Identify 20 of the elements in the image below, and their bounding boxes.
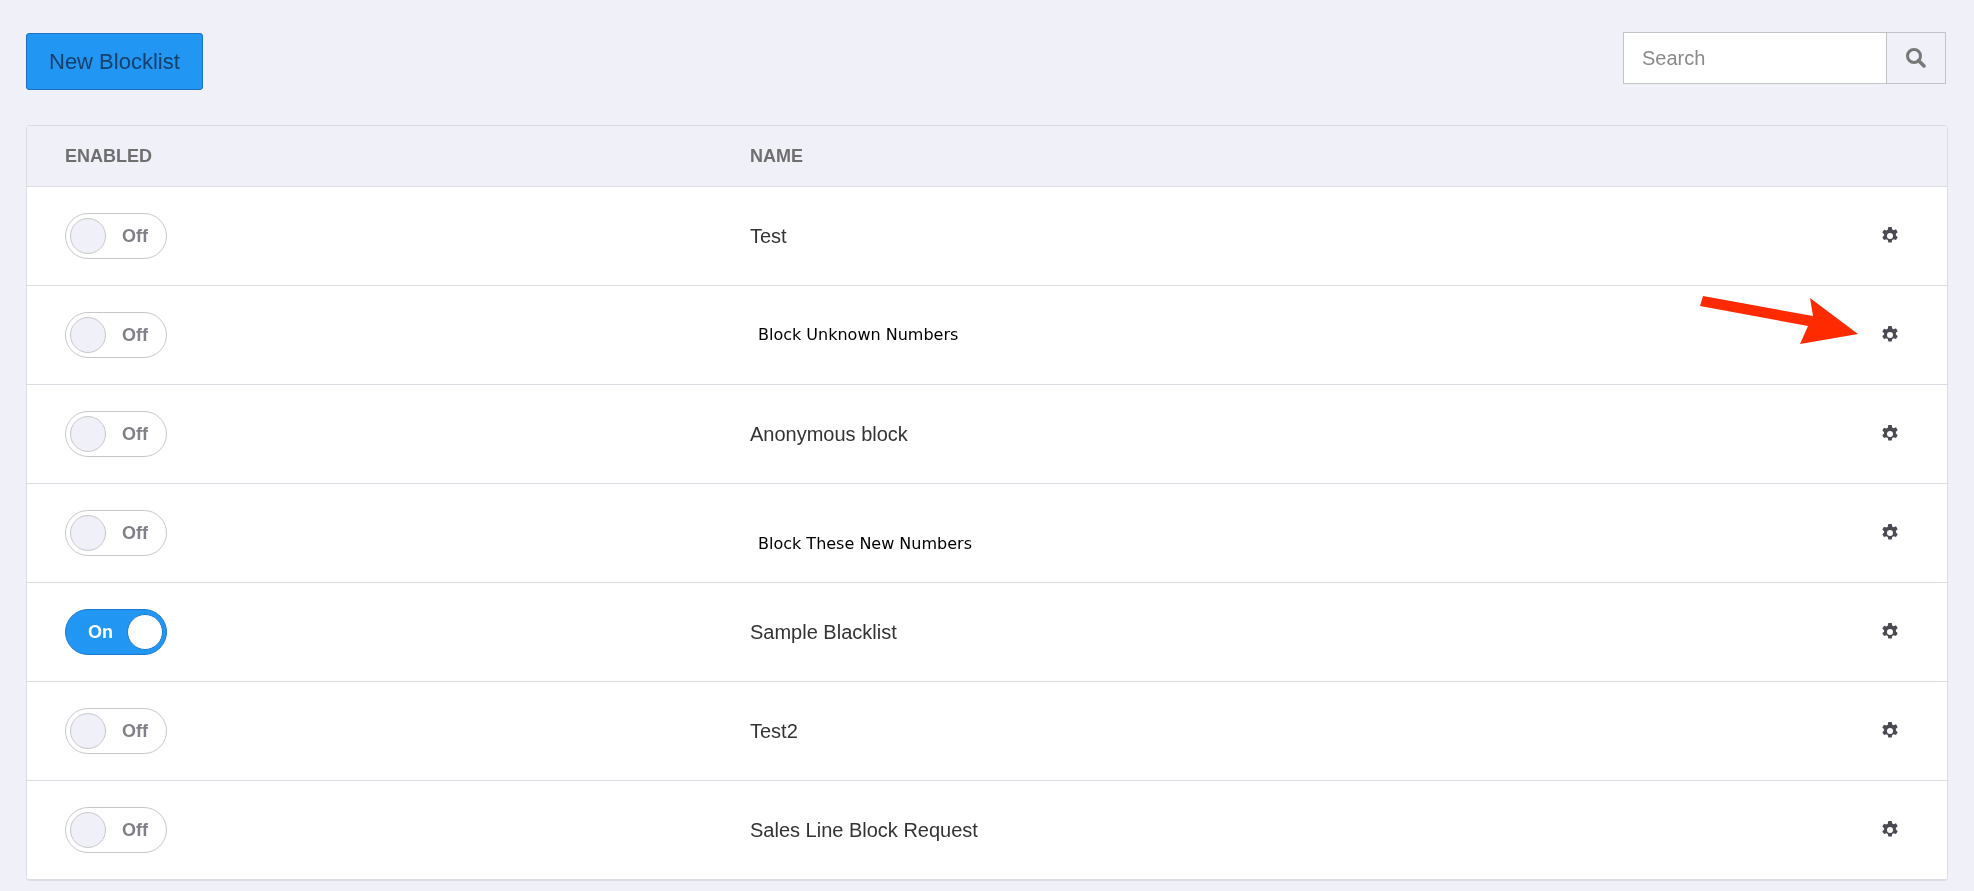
toggle-switch[interactable]: Off	[65, 807, 167, 853]
blocklist-name: Anonymous block	[750, 422, 908, 447]
new-blocklist-button[interactable]: New Blocklist	[26, 33, 203, 90]
column-header: NAME	[750, 145, 803, 166]
blocklist-name: Sales Line Block Request	[750, 818, 978, 843]
blocklist-name: Block Unknown Numbers	[757, 324, 959, 346]
toggle-switch[interactable]: Off	[65, 312, 167, 358]
toggle-switch[interactable]: On	[65, 609, 167, 655]
toggle-switch[interactable]: Off	[65, 411, 167, 457]
search-button[interactable]	[1887, 32, 1946, 84]
toggle-switch[interactable]: Off	[65, 708, 167, 754]
search-icon	[1905, 47, 1927, 69]
blocklist-name: Test2	[750, 719, 798, 744]
blocklist-name: Block These New Numbers	[757, 533, 972, 555]
column-header: ENABLED	[65, 145, 152, 166]
toggle-switch[interactable]: Off	[65, 213, 167, 259]
blocklist-name: Test	[750, 224, 787, 249]
toggle-switch[interactable]: Off	[65, 510, 167, 556]
blocklist-name: Sample Blacklist	[750, 620, 897, 645]
search-field[interactable]: Search	[1623, 32, 1887, 84]
